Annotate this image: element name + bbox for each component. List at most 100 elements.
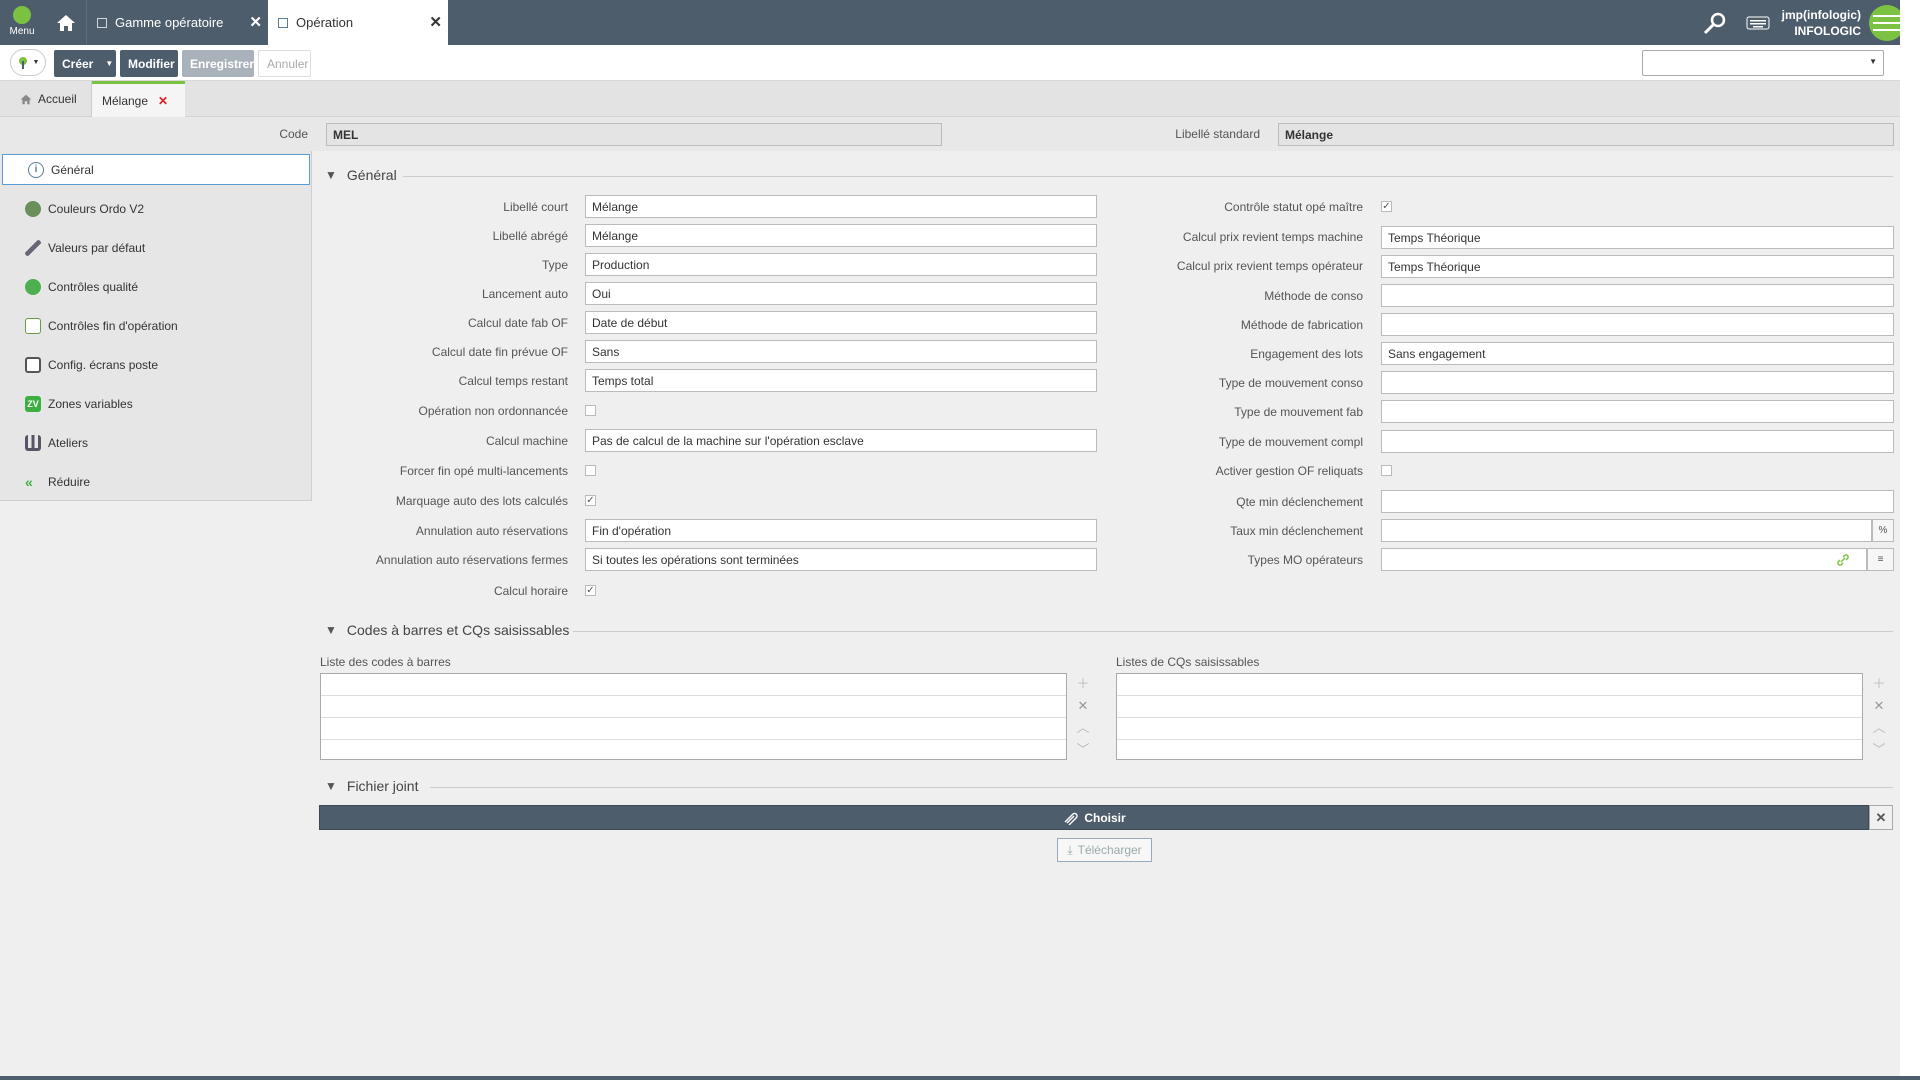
sidebar-item-controles-qualite[interactable]: Contrôles qualité	[0, 267, 312, 306]
choose-file-button[interactable]: Choisir	[319, 805, 1869, 830]
company-name: INFOLOGIC	[1794, 23, 1861, 38]
methode-conso-field[interactable]	[1381, 284, 1894, 307]
sidebar-item-reduire[interactable]: « Réduire	[0, 462, 312, 501]
menu-label: Menu	[9, 26, 35, 37]
window-tab-gamme[interactable]: Gamme opératoire ✕	[86, 0, 268, 45]
list-item[interactable]	[321, 674, 1066, 696]
save-button[interactable]: Enregistrer	[182, 50, 254, 77]
create-button[interactable]: Créer ▼	[54, 50, 116, 77]
chevron-down-icon[interactable]: ▼	[325, 623, 337, 637]
barcodes-list-label: Liste des codes à barres	[320, 655, 451, 669]
activer-gestion-of-checkbox[interactable]	[1381, 465, 1392, 476]
methode-fabrication-field[interactable]	[1381, 313, 1894, 336]
close-icon[interactable]: ✕	[249, 13, 262, 31]
menu-button[interactable]: Menu	[0, 0, 44, 45]
tab-melange[interactable]: Mélange ✕	[92, 81, 185, 117]
document-icon	[278, 17, 288, 28]
section-attachment-title[interactable]: ▼ Fichier joint	[325, 778, 418, 794]
field-label: Type de mouvement fab	[1234, 405, 1363, 419]
calcul-date-fab-field[interactable]: Date de début	[585, 311, 1097, 334]
cq-list[interactable]	[1116, 673, 1863, 760]
calcul-prix-machine-field[interactable]: Temps Théorique	[1381, 226, 1894, 249]
libelle-standard-field[interactable]: Mélange	[1278, 123, 1894, 146]
field-label: Qte min déclenchement	[1236, 495, 1363, 509]
type-mouvement-fab-field[interactable]	[1381, 400, 1894, 423]
list-item[interactable]	[1117, 674, 1862, 696]
section-label: Fichier joint	[346, 778, 419, 794]
close-icon[interactable]: ✕	[429, 13, 442, 31]
sidebar-item-ateliers[interactable]: Ateliers	[0, 423, 312, 462]
keyboard-icon[interactable]	[1746, 16, 1770, 30]
field-label: Annulation auto réservations	[415, 524, 568, 538]
annulation-auto-fermes-field[interactable]: Si toutes les opérations sont terminées	[585, 548, 1097, 571]
forcer-fin-ope-checkbox[interactable]	[585, 465, 596, 476]
sidebar-item-config-ecrans[interactable]: Config. écrans poste	[0, 345, 312, 384]
engagement-lots-field[interactable]: Sans engagement	[1381, 342, 1894, 365]
home-button[interactable]	[45, 0, 86, 45]
annulation-auto-field[interactable]: Fin d'opération	[585, 519, 1097, 542]
code-field[interactable]: MEL	[326, 123, 942, 146]
move-up-icon[interactable]: ︿	[1872, 717, 1885, 739]
chevron-down-icon[interactable]: ▼	[325, 779, 337, 793]
record-header: Code MEL Libellé standard Mélange	[0, 117, 1900, 151]
field-label: Calcul horaire	[493, 584, 568, 598]
list-item[interactable]	[321, 740, 1066, 762]
sidebar-item-general[interactable]: i Général	[2, 154, 310, 185]
types-mo-field[interactable]	[1381, 548, 1867, 571]
list-item[interactable]	[321, 696, 1066, 718]
calcul-prix-operateur-field[interactable]: Temps Théorique	[1381, 255, 1894, 278]
marquage-auto-checkbox[interactable]: ✓	[585, 495, 596, 506]
field-label: Type de mouvement conso	[1218, 376, 1363, 390]
chevron-down-icon[interactable]: ▼	[325, 168, 337, 182]
mode-dropdown-button[interactable]: ▼	[10, 49, 46, 76]
bottom-bar	[0, 1076, 1920, 1080]
clear-file-button[interactable]: ✕	[1869, 805, 1893, 830]
sidebar-item-zones-variables[interactable]: ZV Zones variables	[0, 384, 312, 423]
calcul-temps-restant-field[interactable]: Temps total	[585, 369, 1097, 392]
type-mouvement-conso-field[interactable]	[1381, 371, 1894, 394]
window-tab-operation[interactable]: Opération ✕	[268, 0, 448, 45]
taux-min-field[interactable]	[1381, 519, 1872, 542]
field-label: Forcer fin opé multi-lancements	[399, 464, 568, 478]
user-info[interactable]: jmp(infologic) INFOLOGIC	[1782, 7, 1861, 39]
delete-icon[interactable]: ✕	[1078, 695, 1089, 717]
list-item[interactable]	[1117, 718, 1862, 740]
context-select[interactable]: ▼	[1642, 50, 1884, 76]
modify-button[interactable]: Modifier	[120, 50, 178, 77]
operation-non-ordonnancee-checkbox[interactable]	[585, 405, 596, 416]
type-field[interactable]: Production	[585, 253, 1097, 276]
libelle-abrege-field[interactable]: Mélange	[585, 224, 1097, 247]
search-icon[interactable]	[1702, 10, 1728, 36]
qte-min-field[interactable]	[1381, 490, 1894, 513]
list-item[interactable]	[1117, 740, 1862, 762]
chevron-down-icon[interactable]: ▼	[105, 59, 113, 68]
add-icon[interactable]: ＋	[1076, 673, 1089, 695]
lancement-auto-field[interactable]: Oui	[585, 282, 1097, 305]
calcul-date-fin-field[interactable]: Sans	[585, 340, 1097, 363]
link-icon[interactable]	[1836, 553, 1850, 567]
add-icon[interactable]: ＋	[1872, 673, 1885, 695]
barcodes-list[interactable]	[320, 673, 1067, 760]
move-down-icon[interactable]: ﹀	[1076, 739, 1089, 761]
calcul-machine-field[interactable]: Pas de calcul de la machine sur l'opérat…	[585, 429, 1097, 452]
sidebar-item-controles-fin[interactable]: Contrôles fin d'opération	[0, 306, 312, 345]
section-general-title[interactable]: ▼ Général	[325, 167, 397, 183]
close-icon[interactable]: ✕	[158, 94, 168, 108]
sidebar-item-couleurs[interactable]: Couleurs Ordo V2	[0, 189, 312, 228]
list-item[interactable]	[1117, 696, 1862, 718]
sidebar-item-valeurs[interactable]: Valeurs par défaut	[0, 228, 312, 267]
download-button[interactable]: ⤓ Télécharger	[1057, 838, 1152, 862]
move-down-icon[interactable]: ﹀	[1872, 739, 1885, 761]
list-item[interactable]	[321, 718, 1066, 740]
cancel-button[interactable]: Annuler	[258, 50, 311, 77]
type-mouvement-compl-field[interactable]	[1381, 430, 1894, 453]
libelle-court-field[interactable]: Mélange	[585, 195, 1097, 218]
delete-icon[interactable]: ✕	[1874, 695, 1885, 717]
field-label: Opération non ordonnancée	[418, 404, 568, 418]
tab-accueil[interactable]: Accueil	[10, 81, 92, 117]
list-icon[interactable]: ≡	[1867, 548, 1894, 571]
controle-statut-checkbox[interactable]: ✓	[1381, 201, 1392, 212]
move-up-icon[interactable]: ︿	[1076, 717, 1089, 739]
calcul-horaire-checkbox[interactable]: ✓	[585, 585, 596, 596]
section-barcodes-title[interactable]: ▼ Codes à barres et CQs saisissables	[325, 622, 569, 638]
